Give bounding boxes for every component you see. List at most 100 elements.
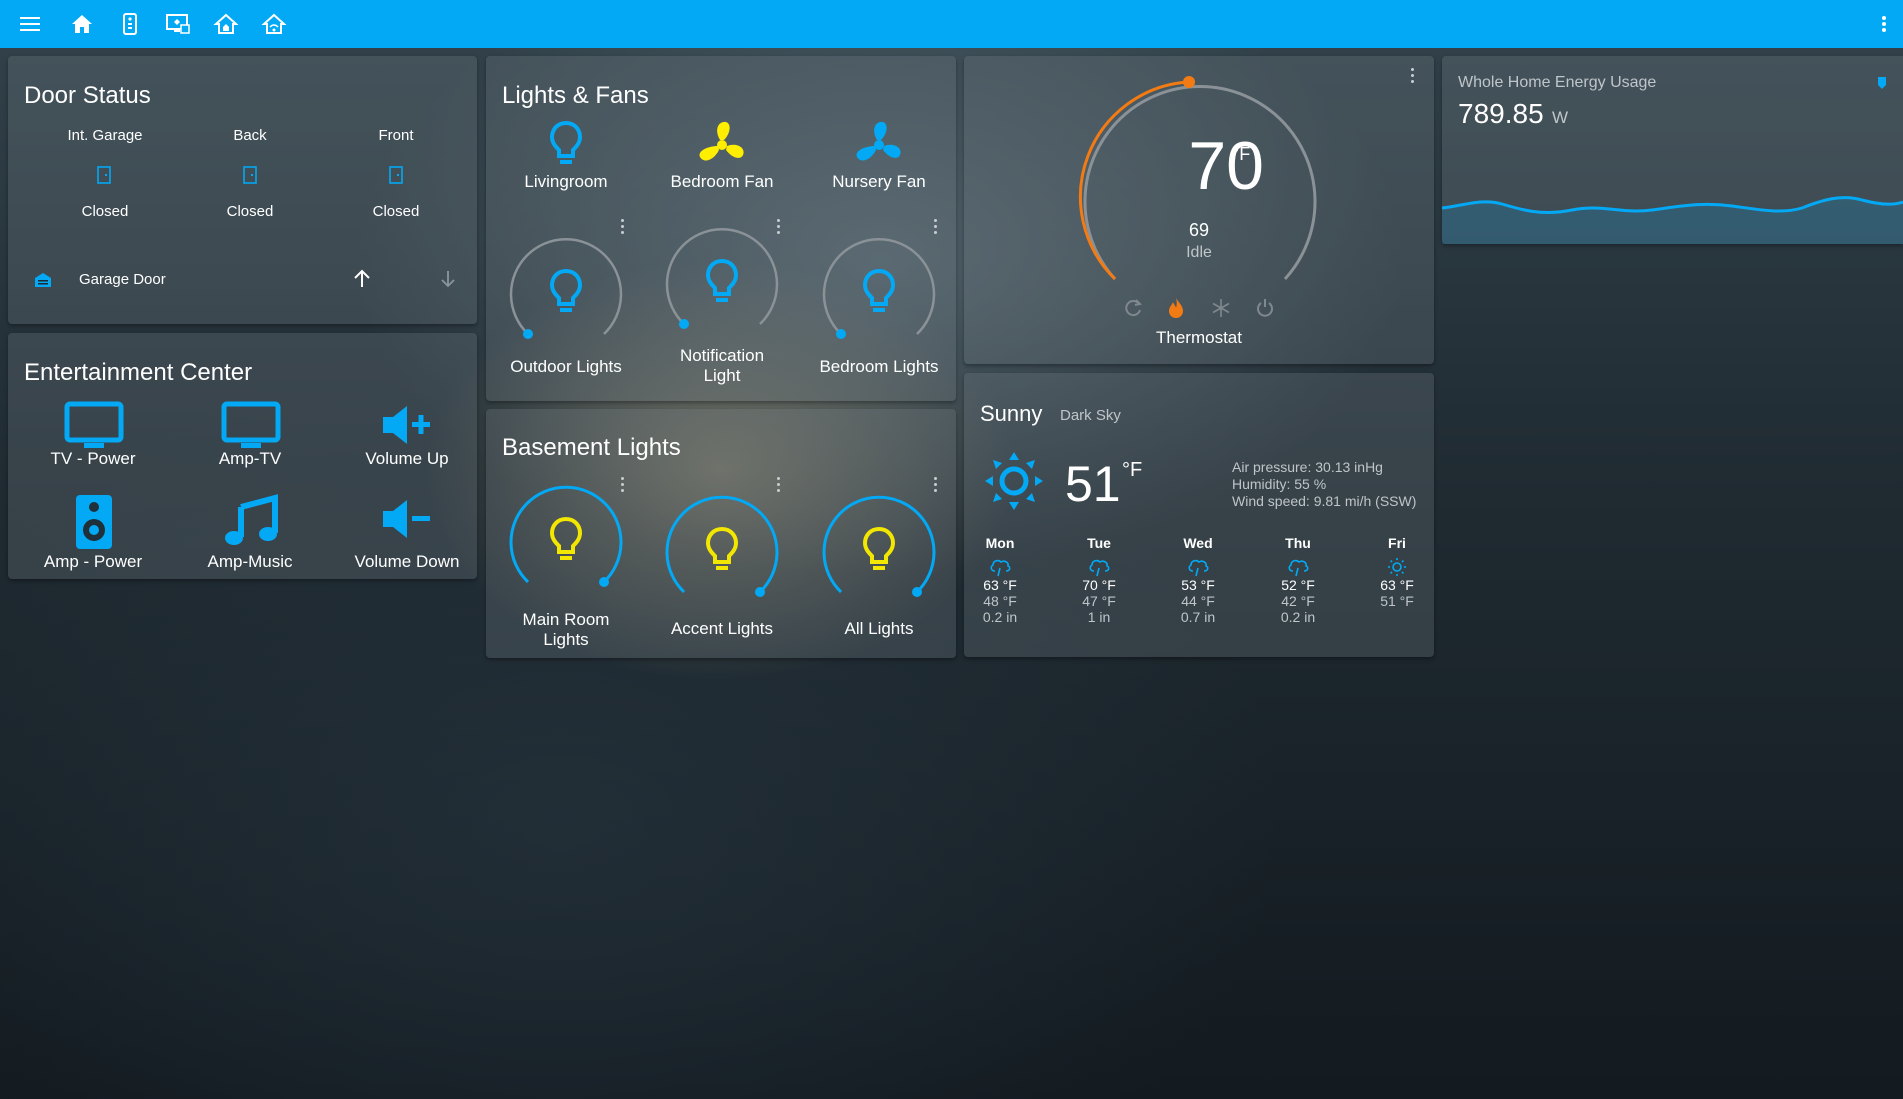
hvac-state: Idle (1186, 244, 1212, 261)
door-name-int-garage: Int. Garage (67, 127, 143, 144)
weather-card[interactable]: Sunny Dark Sky 51 °F Air pressure: 30.13… (964, 373, 1434, 657)
forecast-high: 63 °F (1380, 577, 1414, 593)
dial-label: Outdoor Lights (510, 357, 622, 376)
all-lights-dial[interactable]: All Lights (819, 495, 939, 649)
music-icon (225, 494, 278, 552)
house-signal-icon[interactable] (261, 12, 287, 36)
dial-label: All Lights (844, 619, 914, 638)
notification-light-dial[interactable]: Notification Light (662, 228, 782, 385)
button-label: Nursery Fan (832, 172, 926, 191)
amp-tv-button[interactable]: Amp-TV (190, 401, 310, 471)
current-temperature: 51 (1065, 456, 1121, 512)
more-options-icon[interactable] (777, 477, 781, 493)
menu-icon[interactable] (18, 12, 42, 36)
more-options-icon[interactable] (934, 477, 938, 493)
temperature-unit: °F (1232, 144, 1251, 164)
dial-label: Notification Light (679, 346, 765, 385)
forecast-high: 53 °F (1181, 577, 1215, 593)
sensor-title: Whole Home Energy Usage (1458, 74, 1657, 91)
humidity: Humidity: 55 % (1232, 476, 1327, 492)
forecast-day: Tue 70 °F 47 °F 1 in (1069, 535, 1129, 625)
button-label: Livingroom (524, 172, 608, 191)
monitor-icon[interactable] (166, 12, 190, 36)
forecast-day-name: Wed (1183, 535, 1213, 551)
garage-icon (34, 272, 52, 293)
rain-icon (970, 551, 1030, 577)
bulb-icon (549, 120, 583, 171)
card-title: Lights & Fans (502, 82, 649, 109)
power-icon[interactable] (1255, 298, 1275, 323)
more-options-icon[interactable] (934, 219, 938, 235)
door-closed-icon[interactable] (243, 166, 257, 189)
home-icon[interactable] (70, 12, 94, 36)
volume-up-button[interactable]: Volume Up (347, 401, 467, 471)
forecast-day-name: Fri (1388, 535, 1406, 551)
overflow-menu-icon[interactable] (1878, 12, 1890, 36)
auto-icon[interactable] (1123, 298, 1143, 323)
snowflake-icon[interactable] (1211, 298, 1231, 323)
amp-music-button[interactable]: Amp-Music (190, 494, 310, 571)
button-label: Amp-Music (207, 552, 293, 571)
door-name-front: Front (378, 127, 414, 144)
fan-icon (853, 120, 905, 175)
bulb-icon (862, 268, 896, 319)
button-label: Bedroom Fan (670, 172, 774, 191)
arrow-up-icon[interactable] (353, 269, 371, 294)
forecast-precip: 0.7 in (1180, 609, 1216, 625)
more-options-icon[interactable] (621, 219, 625, 235)
bulb-icon (549, 516, 583, 567)
arrow-down-icon[interactable] (440, 270, 456, 293)
volume-plus-icon (381, 405, 435, 450)
air-pressure: Air pressure: 30.13 inHg (1232, 459, 1383, 475)
button-label: TV - Power (50, 449, 136, 468)
forecast-precip: 0.2 in (982, 609, 1018, 625)
forecast-high: 52 °F (1281, 577, 1315, 593)
main-room-lights-dial[interactable]: Main Room Lights (506, 485, 626, 654)
flame-icon[interactable] (1167, 297, 1185, 324)
door-closed-icon[interactable] (389, 166, 403, 189)
rain-icon (1268, 551, 1328, 577)
accent-lights-dial[interactable]: Accent Lights (662, 495, 782, 649)
bulb-icon (549, 268, 583, 319)
top-app-bar (0, 0, 1903, 48)
sensor-value: 789.85 (1458, 98, 1544, 129)
target-temperature: 70 (1188, 128, 1264, 204)
volume-down-button[interactable]: Volume Down (347, 495, 467, 571)
forecast-high: 63 °F (983, 577, 1017, 593)
outdoor-lights-dial[interactable]: Outdoor Lights (506, 238, 626, 381)
door-closed-icon[interactable] (97, 166, 111, 189)
bedroom-lights-dial[interactable]: Bedroom Lights (819, 238, 939, 381)
forecast-low: 47 °F (1082, 593, 1116, 609)
forecast-day-name: Tue (1087, 535, 1111, 551)
flash-icon (1876, 76, 1888, 95)
door-name-back: Back (233, 127, 267, 144)
button-label: Volume Down (354, 552, 460, 571)
bedroom-fan-button[interactable]: Bedroom Fan (662, 120, 782, 191)
amp-power-button[interactable]: Amp - Power (33, 495, 153, 571)
tv-power-button[interactable]: TV - Power (33, 401, 153, 471)
button-label: Amp - Power (43, 552, 143, 571)
sun-icon (984, 451, 1044, 516)
forecast-low: 51 °F (1380, 593, 1414, 609)
livingroom-button[interactable]: Livingroom (506, 120, 626, 191)
wind-speed: Wind speed: 9.81 mi/h (SSW) (1232, 493, 1417, 509)
house-icon[interactable] (213, 12, 239, 36)
thermostat-name: Thermostat (1156, 328, 1242, 347)
rain-icon (1069, 551, 1129, 577)
more-options-icon[interactable] (1411, 68, 1415, 84)
remote-icon[interactable] (118, 12, 142, 36)
forecast-day: Mon 63 °F 48 °F 0.2 in (970, 535, 1030, 625)
nursery-fan-button[interactable]: Nursery Fan (819, 120, 939, 191)
weather-source: Dark Sky (1060, 407, 1121, 424)
thermostat-card: 70 °F 69 Idle Thermostat (964, 56, 1434, 364)
garage-door-label: Garage Door (79, 271, 166, 288)
energy-usage-card[interactable]: Whole Home Energy Usage 789.85 W (1441, 56, 1903, 244)
door-state-back: Closed (226, 203, 274, 220)
forecast-low: 42 °F (1281, 593, 1315, 609)
dial-label: Accent Lights (670, 619, 774, 638)
button-label: Amp-TV (218, 449, 282, 468)
door-state-front: Closed (372, 203, 420, 220)
bulb-icon (705, 526, 739, 577)
fan-icon (696, 120, 748, 175)
dial-label: Bedroom Lights (819, 357, 939, 376)
